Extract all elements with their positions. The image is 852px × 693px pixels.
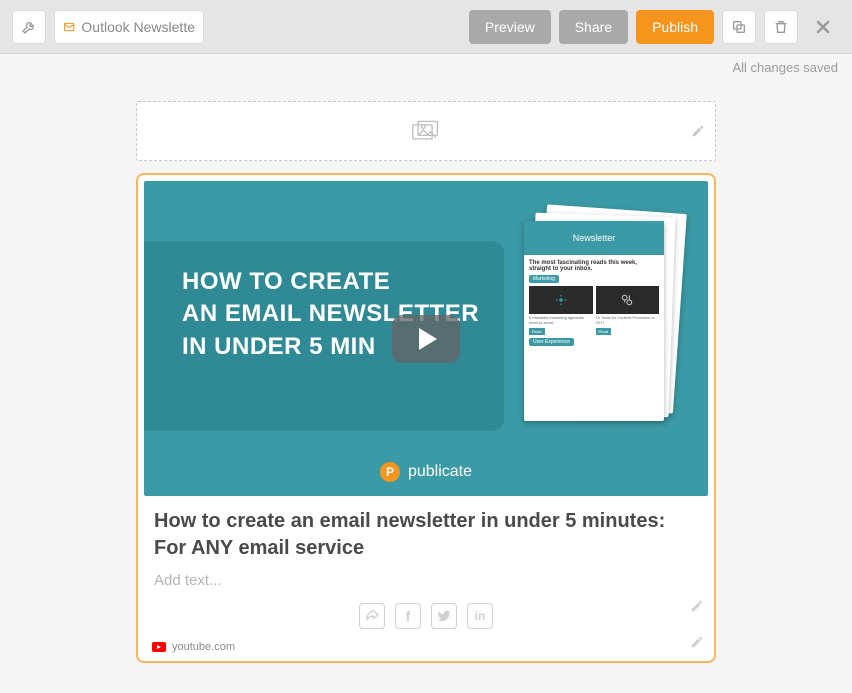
mock-sub: The most fascinating reads this week, st…	[529, 260, 659, 272]
editor-canvas: HOW TO CREATE AN EMAIL NEWSLETTER IN UND…	[136, 101, 716, 663]
brand-logo-icon: P	[380, 462, 400, 482]
mock-card2: 10 Tools for Content Promotion in 2017	[596, 316, 660, 326]
copy-icon	[731, 19, 747, 35]
facebook-icon: f	[406, 608, 411, 624]
share-twitter-button[interactable]	[431, 603, 457, 629]
share-generic-button[interactable]	[359, 603, 385, 629]
publish-button[interactable]: Publish	[636, 10, 714, 44]
share-facebook-button[interactable]: f	[395, 603, 421, 629]
mock-tag1: Marketing	[529, 275, 559, 283]
edit-share-button[interactable]	[690, 599, 704, 613]
mock-read2: Read	[596, 328, 612, 335]
share-arrow-icon	[364, 608, 380, 624]
edit-placeholder-button[interactable]	[691, 124, 705, 138]
images-icon	[412, 119, 440, 143]
card-footer: youtube.com	[144, 637, 708, 655]
share-button[interactable]: Share	[559, 10, 628, 44]
mock-header: Newsletter	[573, 233, 616, 243]
video-thumbnail[interactable]: HOW TO CREATE AN EMAIL NEWSLETTER IN UND…	[144, 181, 708, 496]
newsletter-title-text: Outlook Newslette	[81, 19, 195, 35]
close-button[interactable]	[806, 10, 840, 44]
card-title[interactable]: How to create an email newsletter in und…	[154, 508, 698, 562]
card-body: How to create an email newsletter in und…	[144, 496, 708, 637]
play-button[interactable]	[392, 315, 460, 363]
twitter-icon	[437, 609, 451, 623]
pencil-icon	[690, 635, 704, 649]
image-placeholder-block[interactable]	[136, 101, 716, 161]
edit-source-button[interactable]	[690, 635, 704, 649]
top-toolbar: Outlook Newslette Preview Share Publish	[0, 0, 852, 54]
youtube-icon	[152, 642, 166, 652]
source-label: youtube.com	[172, 641, 235, 653]
content-card: HOW TO CREATE AN EMAIL NEWSLETTER IN UND…	[136, 173, 716, 663]
brand-name: publicate	[408, 463, 472, 481]
preview-button[interactable]: Preview	[469, 10, 551, 44]
share-linkedin-button[interactable]: in	[467, 603, 493, 629]
mock-tag2: User Experience	[529, 338, 574, 346]
settings-button[interactable]	[12, 10, 46, 44]
pencil-icon	[691, 124, 705, 138]
wrench-icon	[21, 19, 37, 35]
share-row: f in	[154, 603, 698, 633]
delete-button[interactable]	[764, 10, 798, 44]
newsletter-title-input[interactable]: Outlook Newslette	[54, 10, 204, 44]
mock-card1: 5 mistakes marketing agencies need to av…	[529, 316, 593, 326]
brand-badge: P publicate	[380, 462, 472, 482]
pencil-icon	[690, 599, 704, 613]
linkedin-icon: in	[475, 609, 486, 623]
headline-line-1: HOW TO CREATE	[182, 266, 479, 298]
save-status: All changes saved	[0, 54, 852, 75]
mock-newsletter-stack: Newsletter The most fascinating reads th…	[520, 209, 680, 429]
envelope-icon	[63, 18, 75, 36]
copy-button[interactable]	[722, 10, 756, 44]
card-text-placeholder[interactable]: Add text...	[154, 572, 698, 589]
mock-read1: Read	[529, 328, 545, 335]
close-icon	[813, 17, 833, 37]
trash-icon	[773, 19, 789, 35]
